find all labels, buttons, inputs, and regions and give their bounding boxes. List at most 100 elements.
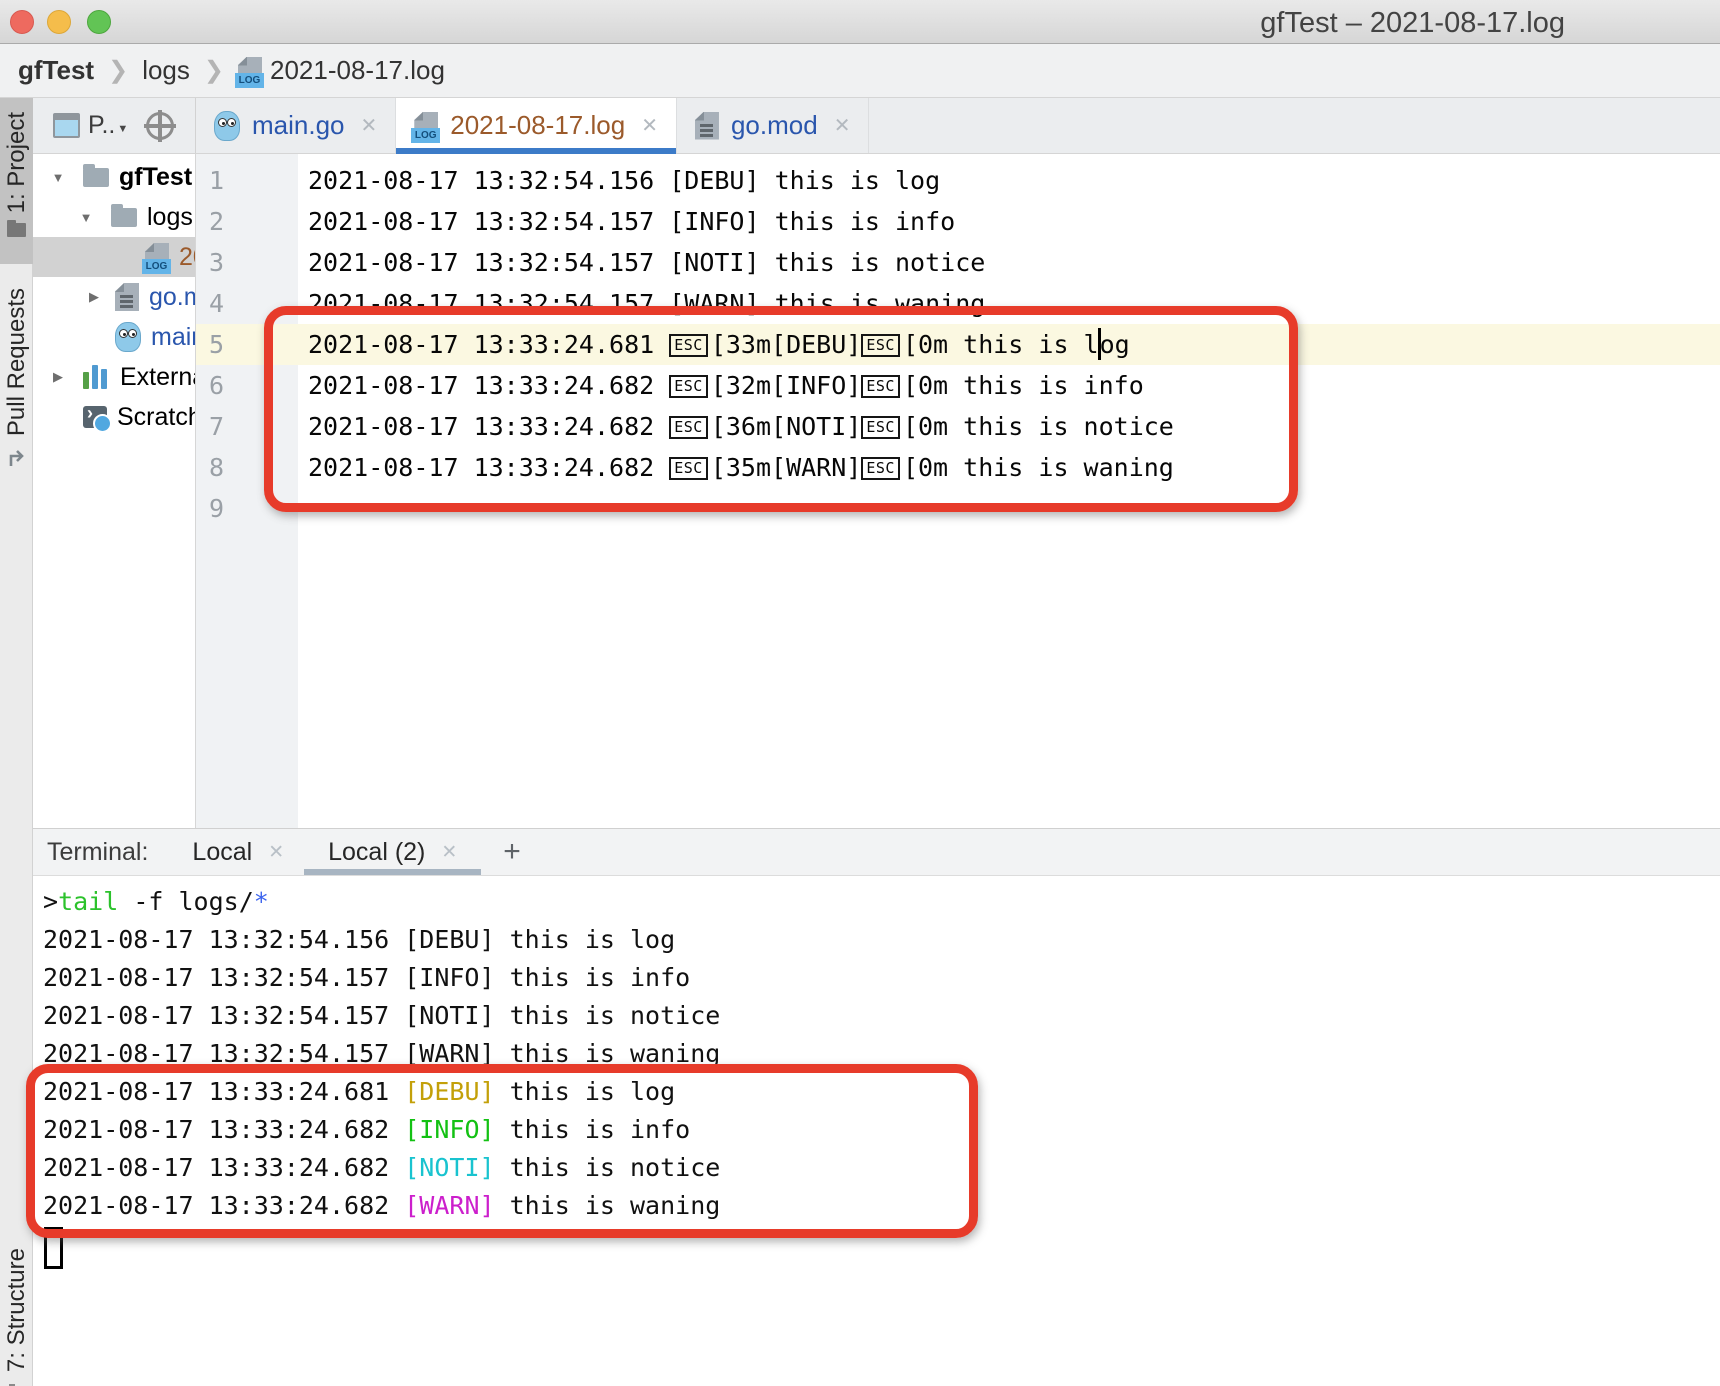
terminal-output[interactable]: >tail -f logs/* 2021-08-17 13:32:54.156 [… xyxy=(33,878,1720,1386)
text-segment: 2021-08-17 13:32:54.156 [DEBU] this is l… xyxy=(43,925,675,954)
terminal-line: 2021-08-17 13:33:24.682 [NOTI] this is n… xyxy=(43,1149,1720,1187)
line-number: 6 xyxy=(196,365,298,406)
breadcrumb-project[interactable]: gfTest xyxy=(18,55,94,86)
line-number: 8 xyxy=(196,447,298,488)
terminal-line: 2021-08-17 13:32:54.157 [INFO] this is i… xyxy=(43,959,1720,997)
text-segment: 2021-08-17 13:33:24.682 xyxy=(308,371,669,400)
esc-control-glyph: ESC xyxy=(861,457,900,480)
tree-item-label: Scratches and Consoles xyxy=(117,403,196,432)
external-libraries-icon xyxy=(83,365,110,389)
close-tab-icon[interactable]: ✕ xyxy=(361,113,378,138)
new-terminal-session-button[interactable]: + xyxy=(503,835,521,869)
go-mod-file-icon xyxy=(115,283,139,311)
terminal-line: 2021-08-17 13:33:24.681 [DEBU] this is l… xyxy=(43,1073,1720,1111)
chevron-down-icon[interactable]: ▼ xyxy=(75,210,97,225)
tree-item-label: logs xyxy=(147,203,193,232)
project-view-icon[interactable] xyxy=(53,113,80,138)
tree-item-main-go[interactable]: main.go xyxy=(33,317,195,357)
zoom-window-button[interactable] xyxy=(87,10,111,34)
project-view-selector[interactable]: P.. xyxy=(88,111,115,140)
line-number: 3 xyxy=(196,242,298,283)
breadcrumb-folder[interactable]: logs xyxy=(142,55,190,86)
esc-control-glyph: ESC xyxy=(669,416,708,439)
terminal-block-cursor xyxy=(44,1227,63,1269)
terminal-line: 2021-08-17 13:32:54.157 [WARN] this is w… xyxy=(43,1035,1720,1073)
text-segment: [35m[WARN] xyxy=(711,453,862,482)
chevron-right-icon[interactable]: ▶ xyxy=(83,289,105,305)
text-segment: 2021-08-17 13:32:54.157 [WARN] this is w… xyxy=(43,1039,720,1068)
go-gopher-icon xyxy=(115,322,141,352)
text-segment: [NOTI] xyxy=(404,1153,494,1182)
text-segment: [DEBU] xyxy=(404,1077,494,1106)
editor-area[interactable]: 2021-08-17 13:32:54.156 [DEBU] this is l… xyxy=(298,154,1720,828)
tree-item-scratches[interactable]: Scratches and Consoles xyxy=(33,397,195,437)
esc-control-glyph: ESC xyxy=(669,334,708,357)
editor-tab-log-active[interactable]: LOG 2021-08-17.log ✕ xyxy=(396,98,677,153)
text-segment: this is log xyxy=(495,1077,676,1106)
text-segment: 2021-08-17 13:33:24.681 xyxy=(308,330,669,359)
breadcrumb-file[interactable]: 2021-08-17.log xyxy=(270,55,445,86)
tool-window-button-pull-requests[interactable]: Pull Requests xyxy=(0,276,33,521)
esc-control-glyph: ESC xyxy=(861,375,900,398)
editor-tab-main-go[interactable]: main.go ✕ xyxy=(196,98,396,153)
chevron-down-icon[interactable]: ▼ xyxy=(47,170,69,185)
editor-line: 2021-08-17 13:32:54.157 [NOTI] this is n… xyxy=(298,242,1720,283)
text-segment: > xyxy=(43,887,58,916)
esc-control-glyph: ESC xyxy=(669,375,708,398)
text-segment: [36m[NOTI] xyxy=(711,412,862,441)
text-segment: this is waning xyxy=(495,1191,721,1220)
tab-label: go.mod xyxy=(731,110,818,141)
text-segment: 2021-08-17 13:32:54.157 [INFO] this is i… xyxy=(43,963,690,992)
terminal-line: 2021-08-17 13:33:24.682 [WARN] this is w… xyxy=(43,1187,1720,1225)
tree-item-gftest[interactable]: ▼ gfTest xyxy=(33,157,195,197)
editor-line: 2021-08-17 13:32:54.156 [DEBU] this is l… xyxy=(298,160,1720,201)
breadcrumb-separator-icon: ❯ xyxy=(204,56,224,85)
project-tool-label: 1: Project xyxy=(3,112,31,213)
tree-item-logs[interactable]: ▼ logs xyxy=(33,197,195,237)
text-segment: og xyxy=(1100,330,1130,359)
tree-item-label: External Libraries xyxy=(120,363,196,392)
editor-line: 2021-08-17 13:32:54.157 [WARN] this is w… xyxy=(298,283,1720,324)
close-tab-icon[interactable]: ✕ xyxy=(834,113,851,138)
scratches-icon xyxy=(83,406,107,428)
tool-window-button-project[interactable]: 1: Project xyxy=(0,98,33,264)
project-panel-header: P.. ▼ xyxy=(33,98,196,153)
text-segment: 2021-08-17 13:32:54.157 [NOTI] this is n… xyxy=(308,248,985,277)
text-segment: this is info xyxy=(495,1115,691,1144)
text-segment: 2021-08-17 13:32:54.156 [DEBU] this is l… xyxy=(308,166,940,195)
macos-titlebar[interactable]: gfTest – 2021-08-17.log xyxy=(0,0,1720,44)
breadcrumb-separator-icon: ❯ xyxy=(108,56,128,85)
text-segment: 2021-08-17 13:32:54.157 [WARN] this is w… xyxy=(308,289,985,318)
terminal-line: >tail -f logs/* xyxy=(43,883,1720,921)
tree-item-label: main.go xyxy=(151,323,196,352)
line-number: 7 xyxy=(196,406,298,447)
locate-file-icon[interactable] xyxy=(146,112,174,140)
tree-item-external-libraries[interactable]: ▶ External Libraries xyxy=(33,357,195,397)
terminal-line: 2021-08-17 13:33:24.682 [INFO] this is i… xyxy=(43,1111,1720,1149)
close-tab-icon[interactable]: ✕ xyxy=(268,841,284,864)
tree-item-log-file-selected[interactable]: LOG 2021-08-17.log xyxy=(33,237,195,277)
close-tab-icon[interactable]: ✕ xyxy=(641,113,658,138)
tool-window-button-structure[interactable]: 7: Structure s xyxy=(0,1248,33,1386)
tree-item-label: 2021-08-17.log xyxy=(179,243,196,272)
go-gopher-icon xyxy=(214,111,240,141)
editor-tab-go-mod[interactable]: go.mod ✕ xyxy=(677,98,870,153)
close-tab-icon[interactable]: ✕ xyxy=(441,841,457,864)
terminal-line: 2021-08-17 13:32:54.157 [NOTI] this is n… xyxy=(43,997,1720,1035)
project-folder-icon xyxy=(7,223,26,237)
text-segment: [0m this is notice xyxy=(903,412,1174,441)
chevron-right-icon[interactable]: ▶ xyxy=(47,369,69,385)
close-window-button[interactable] xyxy=(10,10,34,34)
text-segment: 2021-08-17 13:33:24.682 xyxy=(43,1153,404,1182)
tree-item-label: go.mod xyxy=(149,283,196,312)
line-number: 1 xyxy=(196,160,298,201)
terminal-tab-local-2-active[interactable]: Local (2) ✕ xyxy=(328,829,457,875)
terminal-tab-local[interactable]: Local ✕ xyxy=(192,829,284,875)
tree-item-go-mod[interactable]: ▶ go.mod xyxy=(33,277,195,317)
pull-requests-icon xyxy=(7,448,27,474)
minimize-window-button[interactable] xyxy=(47,10,71,34)
project-tree-panel: ▼ gfTest ▼ logs LOG 2021-08-17.log ▶ go.… xyxy=(33,154,196,828)
editor-line: 2021-08-17 13:33:24.681 ESC[33m[DEBU]ESC… xyxy=(298,324,1720,365)
line-number: 9 xyxy=(196,488,298,529)
text-segment: [0m this is info xyxy=(903,371,1144,400)
